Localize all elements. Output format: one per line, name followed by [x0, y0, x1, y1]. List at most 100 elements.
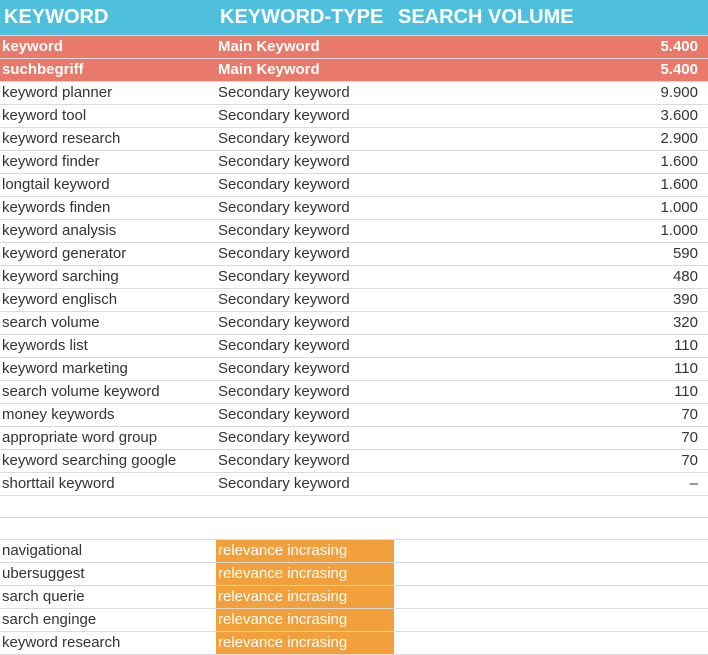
table-row: keyword englischSecondary keyword390 — [0, 289, 708, 312]
table-row: keywordMain Keyword5.400 — [0, 36, 708, 59]
cell-type: Secondary keyword — [216, 289, 394, 312]
table-row: keyword sarchingSecondary keyword480 — [0, 266, 708, 289]
cell-type: relevance incrasing — [216, 586, 394, 609]
table-row: keywords findenSecondary keyword1.000 — [0, 197, 708, 220]
table-row — [0, 518, 708, 540]
cell-type: Main Keyword — [216, 59, 394, 82]
cell-keyword — [0, 518, 216, 540]
cell-type: relevance incrasing — [216, 563, 394, 586]
cell-volume: – — [394, 473, 708, 496]
cell-type: Secondary keyword — [216, 266, 394, 289]
cell-volume: 5.400 — [394, 36, 708, 59]
cell-volume: 70 — [394, 404, 708, 427]
table-row: keyword generatorSecondary keyword590 — [0, 243, 708, 266]
header-type: KEYWORD-TYPE — [216, 0, 394, 36]
cell-keyword — [0, 496, 216, 518]
cell-keyword: search volume keyword — [0, 381, 216, 404]
table-row: suchbegriffMain Keyword5.400 — [0, 59, 708, 82]
cell-keyword: keyword planner — [0, 82, 216, 105]
cell-keyword: keyword research — [0, 632, 216, 655]
table-row: appropriate word groupSecondary keyword7… — [0, 427, 708, 450]
table-row — [0, 496, 708, 518]
cell-keyword: appropriate word group — [0, 427, 216, 450]
cell-keyword: sarch enginge — [0, 609, 216, 632]
cell-keyword: keyword searching google — [0, 450, 216, 473]
cell-keyword: keyword tool — [0, 105, 216, 128]
cell-keyword: keyword englisch — [0, 289, 216, 312]
cell-volume — [394, 632, 708, 655]
cell-keyword: keyword finder — [0, 151, 216, 174]
cell-keyword: keyword generator — [0, 243, 216, 266]
cell-volume: 110 — [394, 335, 708, 358]
cell-volume: 480 — [394, 266, 708, 289]
cell-volume: 3.600 — [394, 105, 708, 128]
table-row: sarch engingerelevance incrasing — [0, 609, 708, 632]
cell-keyword: keyword sarching — [0, 266, 216, 289]
table-row: search volumeSecondary keyword320 — [0, 312, 708, 335]
table-row: keyword plannerSecondary keyword9.900 — [0, 82, 708, 105]
cell-type: Secondary keyword — [216, 105, 394, 128]
cell-volume — [394, 586, 708, 609]
cell-type: Main Keyword — [216, 36, 394, 59]
cell-type — [216, 518, 394, 540]
cell-type: Secondary keyword — [216, 381, 394, 404]
cell-volume — [394, 563, 708, 586]
table-row: keyword toolSecondary keyword3.600 — [0, 105, 708, 128]
cell-type: Secondary keyword — [216, 151, 394, 174]
cell-type: Secondary keyword — [216, 427, 394, 450]
header-keyword: KEYWORD — [0, 0, 216, 36]
cell-volume: 590 — [394, 243, 708, 266]
cell-keyword: keyword marketing — [0, 358, 216, 381]
cell-keyword: keywords list — [0, 335, 216, 358]
cell-keyword: suchbegriff — [0, 59, 216, 82]
header-row: KEYWORD KEYWORD-TYPE SEARCH VOLUME — [0, 0, 708, 36]
cell-keyword: sarch querie — [0, 586, 216, 609]
cell-volume — [394, 540, 708, 563]
cell-type: Secondary keyword — [216, 450, 394, 473]
cell-volume: 1.600 — [394, 151, 708, 174]
cell-volume: 9.900 — [394, 82, 708, 105]
cell-type: Secondary keyword — [216, 312, 394, 335]
cell-type: Secondary keyword — [216, 473, 394, 496]
cell-type: Secondary keyword — [216, 404, 394, 427]
cell-type: Secondary keyword — [216, 335, 394, 358]
header-volume: SEARCH VOLUME — [394, 0, 708, 36]
cell-type: Secondary keyword — [216, 243, 394, 266]
cell-keyword: keywords finden — [0, 197, 216, 220]
cell-volume: 320 — [394, 312, 708, 335]
cell-volume: 5.400 — [394, 59, 708, 82]
table-row: sarch querierelevance incrasing — [0, 586, 708, 609]
cell-volume: 1.000 — [394, 197, 708, 220]
cell-volume — [394, 609, 708, 632]
cell-keyword: search volume — [0, 312, 216, 335]
cell-volume — [394, 518, 708, 540]
cell-keyword: navigational — [0, 540, 216, 563]
table-row: keyword finderSecondary keyword1.600 — [0, 151, 708, 174]
table-row: money keywordsSecondary keyword70 — [0, 404, 708, 427]
cell-type: Secondary keyword — [216, 174, 394, 197]
cell-volume: 390 — [394, 289, 708, 312]
cell-keyword: keyword — [0, 36, 216, 59]
cell-volume: 1.000 — [394, 220, 708, 243]
table-row: longtail keywordSecondary keyword1.600 — [0, 174, 708, 197]
cell-volume: 110 — [394, 381, 708, 404]
table-row: keyword researchrelevance incrasing — [0, 632, 708, 655]
cell-type — [216, 496, 394, 518]
cell-type: Secondary keyword — [216, 82, 394, 105]
cell-keyword: keyword research — [0, 128, 216, 151]
cell-keyword: money keywords — [0, 404, 216, 427]
table-row: keyword marketingSecondary keyword110 — [0, 358, 708, 381]
cell-keyword: shorttail keyword — [0, 473, 216, 496]
cell-type: Secondary keyword — [216, 358, 394, 381]
table-row: navigationalrelevance incrasing — [0, 540, 708, 563]
cell-keyword: ubersuggest — [0, 563, 216, 586]
cell-type: relevance incrasing — [216, 609, 394, 632]
cell-volume: 70 — [394, 450, 708, 473]
table-row: keyword searching googleSecondary keywor… — [0, 450, 708, 473]
table-row: keywords listSecondary keyword110 — [0, 335, 708, 358]
cell-type: relevance incrasing — [216, 540, 394, 563]
table-row: keyword researchSecondary keyword2.900 — [0, 128, 708, 151]
cell-type: Secondary keyword — [216, 197, 394, 220]
cell-volume: 2.900 — [394, 128, 708, 151]
cell-volume: 110 — [394, 358, 708, 381]
